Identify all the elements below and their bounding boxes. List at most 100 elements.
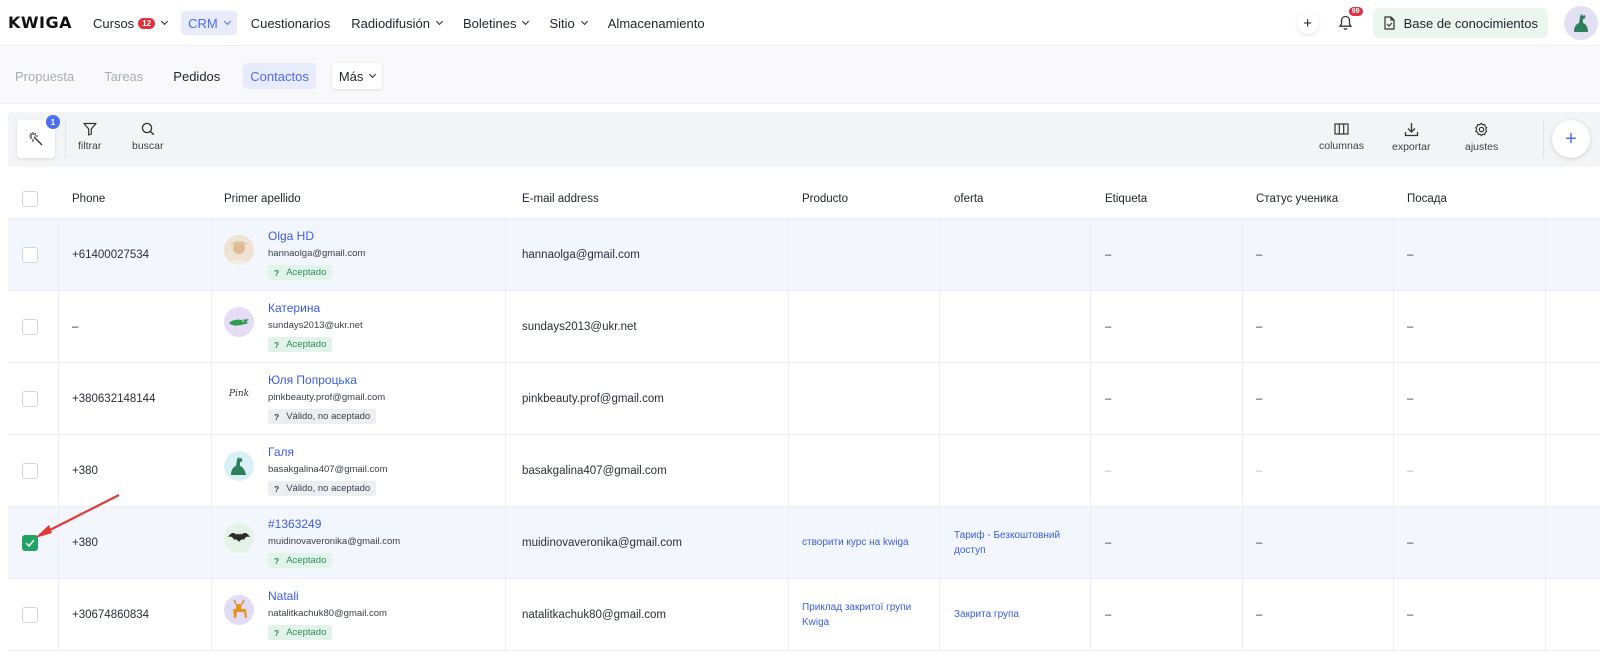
- nav-crm[interactable]: CRM: [181, 11, 237, 35]
- table-toolbar: 1 filtrar buscar columnas exportar ajust…: [8, 112, 1600, 167]
- subnav-pedidos[interactable]: Pedidos: [166, 63, 227, 89]
- status-badge: ? Aceptado: [268, 265, 333, 280]
- contact-email-small: natalitkachuk80@gmail.com: [268, 608, 387, 619]
- crocodile-avatar-icon: [229, 319, 249, 326]
- subnav-mas-dropdown[interactable]: Más: [331, 63, 383, 89]
- contact-cell: Pink Юля Попроцька pinkbeauty.prof@gmail…: [224, 363, 385, 434]
- search-label: buscar: [132, 140, 164, 152]
- subnav-tareas[interactable]: Tareas: [97, 63, 150, 89]
- nav-cuestionarios-label: Cuestionarios: [250, 15, 331, 31]
- nav-radiodifusion[interactable]: Radiodifusión: [344, 11, 449, 35]
- tag-cell: –: [1105, 291, 1111, 362]
- dinosaur-avatar-icon: [231, 457, 246, 475]
- table-row[interactable]: +380 Галя basakgalina407@gmail.com ? Váli…: [8, 435, 1600, 507]
- magic-wand-icon: [29, 132, 43, 146]
- bat-avatar-icon: [228, 532, 250, 542]
- settings-button[interactable]: ajustes: [1465, 122, 1498, 153]
- nav-cursos[interactable]: Cursos 12: [86, 11, 174, 35]
- row-checkbox[interactable]: [22, 390, 38, 407]
- nav-boletines[interactable]: Boletines: [456, 11, 535, 35]
- contact-name-link[interactable]: Natali: [268, 589, 387, 603]
- table-row[interactable]: – Катерина sundays2013@ukr.net ? Aceptado…: [8, 291, 1600, 363]
- product-link[interactable]: створити курс на kwiga: [802, 535, 909, 550]
- student-status-value: –: [1256, 608, 1263, 621]
- status-badge: ? Válido, no aceptado: [268, 481, 377, 496]
- export-button[interactable]: exportar: [1392, 122, 1431, 153]
- table-row[interactable]: +30674860834 Natali natalitkachuk80@gmai…: [8, 579, 1600, 651]
- offer-cell: Закрита група: [954, 579, 1079, 650]
- question-icon: ?: [274, 267, 280, 278]
- header-student-status[interactable]: Статус ученика: [1256, 180, 1338, 218]
- add-button[interactable]: +: [1296, 12, 1319, 34]
- search-button[interactable]: buscar: [132, 122, 164, 152]
- header-product[interactable]: Producto: [802, 180, 848, 218]
- status-badge: ? Válido, no aceptado: [268, 409, 377, 424]
- question-icon: ?: [274, 555, 280, 566]
- nav-cuestionarios[interactable]: Cuestionarios: [244, 11, 338, 35]
- product-link[interactable]: Приклад закритої групи Kwiga: [802, 600, 932, 630]
- student-status-value: –: [1256, 392, 1263, 405]
- header-tag[interactable]: Etiqueta: [1105, 180, 1147, 218]
- tag-cell: –: [1105, 435, 1111, 506]
- contact-name-link[interactable]: Галя: [268, 445, 388, 459]
- header-phone[interactable]: Phone: [72, 180, 105, 218]
- header-last-name[interactable]: Primer apellido: [224, 180, 301, 218]
- contact-cell: Галя basakgalina407@gmail.com ? Válido, n…: [224, 435, 388, 506]
- select-all-cell: [22, 180, 38, 218]
- question-icon: ?: [274, 483, 280, 494]
- email-cell: pinkbeauty.prof@gmail.com: [522, 392, 664, 405]
- status-label: Aceptado: [286, 267, 327, 278]
- header-email[interactable]: E-mail address: [522, 180, 599, 218]
- user-avatar[interactable]: [1564, 6, 1598, 40]
- contact-email-small: pinkbeauty.prof@gmail.com: [268, 392, 386, 403]
- top-navbar: KWIGA Cursos 12 CRM Cuestionarios Radiod…: [0, 0, 1600, 46]
- nav-sitio[interactable]: Sitio: [542, 11, 593, 35]
- chevron-down-icon: [369, 70, 377, 79]
- table-row[interactable]: +61400027534 Olga HD hannaolga@gmail.com…: [8, 219, 1600, 291]
- contact-cell: Катерина sundays2013@ukr.net ? Aceptado: [224, 291, 363, 362]
- position-cell: –: [1407, 579, 1413, 650]
- nav-almacenamiento[interactable]: Almacenamiento: [601, 11, 712, 35]
- contact-avatar: [224, 235, 254, 265]
- knowledge-base-button[interactable]: Base de conocimientos: [1372, 8, 1548, 38]
- contact-name-link[interactable]: Юля Попроцька: [268, 373, 385, 387]
- status-label: Válido, no aceptado: [286, 483, 371, 494]
- table-row-selected[interactable]: +380 #1363249 muidinovaveronika@gmail.co…: [8, 507, 1600, 579]
- status-label: Aceptado: [286, 339, 327, 350]
- position-cell: –: [1407, 507, 1413, 578]
- download-icon: [1404, 123, 1418, 137]
- tag-cell: –: [1105, 579, 1111, 650]
- header-position[interactable]: Посада: [1407, 180, 1447, 218]
- nav-radiodifusion-label: Radiodifusión: [351, 15, 430, 31]
- deer-avatar-icon: [233, 599, 247, 618]
- add-contact-button[interactable]: +: [1552, 120, 1590, 158]
- phone-cell: +61400027534: [72, 248, 150, 261]
- row-checkbox[interactable]: [22, 462, 38, 479]
- row-checkbox[interactable]: [22, 246, 38, 263]
- columns-button[interactable]: columnas: [1319, 122, 1364, 152]
- email-cell: hannaolga@gmail.com: [522, 248, 640, 261]
- student-status-value: –: [1256, 248, 1263, 261]
- table-row[interactable]: +380632148144 Pink Юля Попроцька pinkbea…: [8, 363, 1600, 435]
- row-checkbox[interactable]: [22, 318, 38, 335]
- filter-button[interactable]: filtrar: [78, 122, 101, 152]
- columns-icon: [1334, 123, 1349, 135]
- contact-name-link[interactable]: #1363249: [268, 517, 400, 531]
- smart-filter-button[interactable]: 1: [17, 115, 60, 158]
- export-label: exportar: [1392, 141, 1431, 153]
- top-right-actions: + 99 Base de conocimientos: [1296, 6, 1600, 40]
- notifications-button[interactable]: 99: [1335, 7, 1363, 34]
- contact-name-link[interactable]: Катерина: [268, 301, 363, 315]
- kwiga-logo[interactable]: KWIGA: [8, 13, 72, 32]
- row-checkbox[interactable]: [22, 606, 38, 623]
- subnav-contactos[interactable]: Contactos: [243, 63, 316, 89]
- subnav-propuesta[interactable]: Propuesta: [8, 63, 81, 89]
- header-offer[interactable]: oferta: [954, 180, 983, 218]
- contact-name-link[interactable]: Olga HD: [268, 229, 365, 243]
- offer-link[interactable]: Тариф - Безкоштовний доступ: [954, 528, 1079, 558]
- contact-cell: Natali natalitkachuk80@gmail.com ? Acepta…: [224, 579, 387, 650]
- select-all-checkbox[interactable]: [22, 191, 38, 207]
- contact-email-small: hannaolga@gmail.com: [268, 248, 366, 259]
- offer-link[interactable]: Закрита група: [954, 607, 1019, 622]
- row-checkbox-cell: [22, 219, 38, 290]
